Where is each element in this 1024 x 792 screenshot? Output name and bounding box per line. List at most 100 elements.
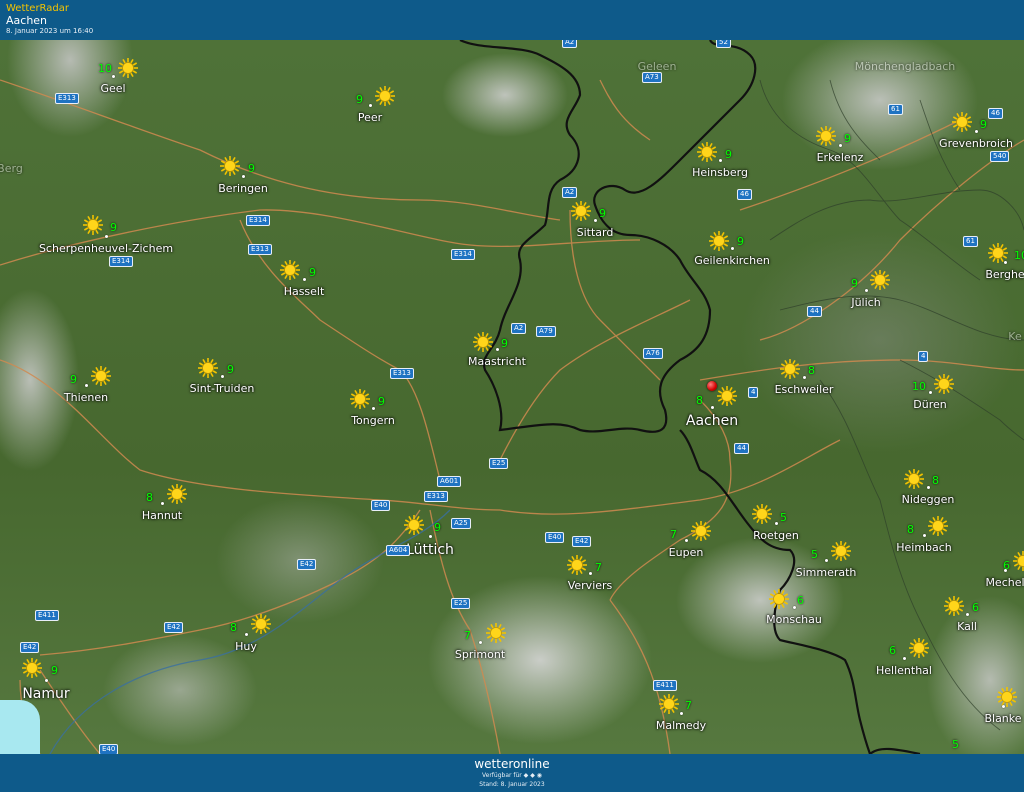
sun-icon[interactable] [716,385,738,407]
city-dot [1004,261,1007,264]
weather-map[interactable]: 10 Geel 9 Peer 9 Beringen 9 Scherpenheuvel-Zich… [0,40,1024,754]
sun-icon[interactable] [279,259,301,281]
road-badge: A2 [511,323,527,334]
city-label-sprimont[interactable]: Sprimont [455,648,505,661]
city-dot [589,572,592,575]
location-pin-icon[interactable] [707,381,717,391]
temperature-roetgen: 5 [780,511,787,524]
sun-icon[interactable] [349,388,371,410]
city-label-hannut[interactable]: Hannut [142,509,182,522]
temperature-eschweiler: 8 [808,364,815,377]
city-label-l-ttich[interactable]: Lüttich [406,542,454,558]
road-badge: E40 [371,500,391,511]
city-label-huy[interactable]: Huy [235,640,257,653]
road-badge: E42 [297,559,317,570]
sun-icon[interactable] [869,269,891,291]
sun-icon[interactable] [908,637,930,659]
city-label-eschweiler[interactable]: Eschweiler [775,383,834,396]
location-title[interactable]: Aachen [6,14,47,27]
sun-icon[interactable] [1012,550,1024,572]
sun-icon[interactable] [219,155,241,177]
sun-icon[interactable] [117,57,139,79]
temperature-erkelenz: 9 [844,132,851,145]
city-label-heimbach[interactable]: Heimbach [896,541,952,554]
city-label-sint-truiden[interactable]: Sint-Truiden [190,382,255,395]
lake-water [0,700,40,754]
city-dot [479,641,482,644]
sun-icon[interactable] [197,357,219,379]
temperature-d-ren: 10 [912,380,926,393]
tablet-icon[interactable]: ◉ [537,772,542,779]
road-badge: 46 [737,189,752,200]
sun-icon[interactable] [166,483,188,505]
sun-icon[interactable] [951,111,973,133]
city-label-monschau[interactable]: Monschau [766,613,822,626]
sun-icon[interactable] [485,622,507,644]
city-label-mechel[interactable]: Mechel [985,576,1024,589]
sun-icon[interactable] [90,365,112,387]
city-label-d-ren[interactable]: Düren [913,398,946,411]
city-label-eupen[interactable]: Eupen [669,546,704,559]
faded-label: Mönchengladbach [854,60,956,73]
city-label-beringen[interactable]: Beringen [218,182,268,195]
city-label-verviers[interactable]: Verviers [568,579,613,592]
city-label-roetgen[interactable]: Roetgen [753,529,799,542]
sun-icon[interactable] [690,520,712,542]
city-label-blanke[interactable]: Blanke [984,712,1021,725]
city-label-kall[interactable]: Kall [957,620,977,633]
sun-icon[interactable] [830,540,852,562]
city-label-peer[interactable]: Peer [358,111,382,124]
sun-icon[interactable] [927,515,949,537]
city-label-geilenkirchen[interactable]: Geilenkirchen [694,254,770,267]
city-label-simmerath[interactable]: Simmerath [796,566,857,579]
sun-icon[interactable] [403,514,425,536]
city-label-sittard[interactable]: Sittard [577,226,614,239]
city-dot [85,384,88,387]
sun-icon[interactable] [815,125,837,147]
sun-icon[interactable] [658,693,680,715]
city-label-heinsberg[interactable]: Heinsberg [692,166,748,179]
temperature-hannut: 8 [146,491,153,504]
city-label-erkelenz[interactable]: Erkelenz [817,151,864,164]
sun-icon[interactable] [82,214,104,236]
city-label-nideggen[interactable]: Nideggen [902,493,955,506]
sun-icon[interactable] [696,141,718,163]
city-label-scherpenheuvel-zichem[interactable]: Scherpenheuvel-Zichem [39,242,173,255]
temperature-sprimont: 7 [464,629,471,642]
sun-icon[interactable] [472,331,494,353]
sun-icon[interactable] [779,358,801,380]
sun-icon[interactable] [903,468,925,490]
sun-icon[interactable] [566,554,588,576]
city-label-thienen[interactable]: Thienen [64,391,108,404]
city-label-grevenbroich[interactable]: Grevenbroich [939,137,1013,150]
road-badge: 44 [807,306,822,317]
android-icon[interactable]: ◆ [530,772,535,779]
city-label-aachen[interactable]: Aachen [686,413,738,429]
city-label-tongern[interactable]: Tongern [351,414,395,427]
apple-icon[interactable]: ◆ [524,772,529,779]
sun-icon[interactable] [751,503,773,525]
city-label-berghe[interactable]: Berghe [985,268,1024,281]
sun-icon[interactable] [943,595,965,617]
city-label-geel[interactable]: Geel [100,82,125,95]
city-label-hellenthal[interactable]: Hellenthal [876,664,932,677]
city-label-maastricht[interactable]: Maastricht [468,355,526,368]
city-label-malmedy[interactable]: Malmedy [656,719,706,732]
sun-icon[interactable] [708,230,730,252]
sun-icon[interactable] [996,686,1018,708]
sun-icon[interactable] [250,613,272,635]
city-dot [303,278,306,281]
city-dot [594,219,597,222]
sun-icon[interactable] [570,200,592,222]
brand-logo[interactable]: wetteronline [0,757,1024,771]
city-label-namur[interactable]: Namur [22,686,69,702]
city-dot [775,522,778,525]
sun-icon[interactable] [768,588,790,610]
sun-icon[interactable] [933,373,955,395]
sun-icon[interactable] [374,85,396,107]
temperature-grevenbroich: 9 [980,118,987,131]
sun-icon[interactable] [21,657,43,679]
city-label-hasselt[interactable]: Hasselt [284,285,325,298]
city-dot [496,348,499,351]
city-label-j-lich[interactable]: Jülich [851,296,880,309]
